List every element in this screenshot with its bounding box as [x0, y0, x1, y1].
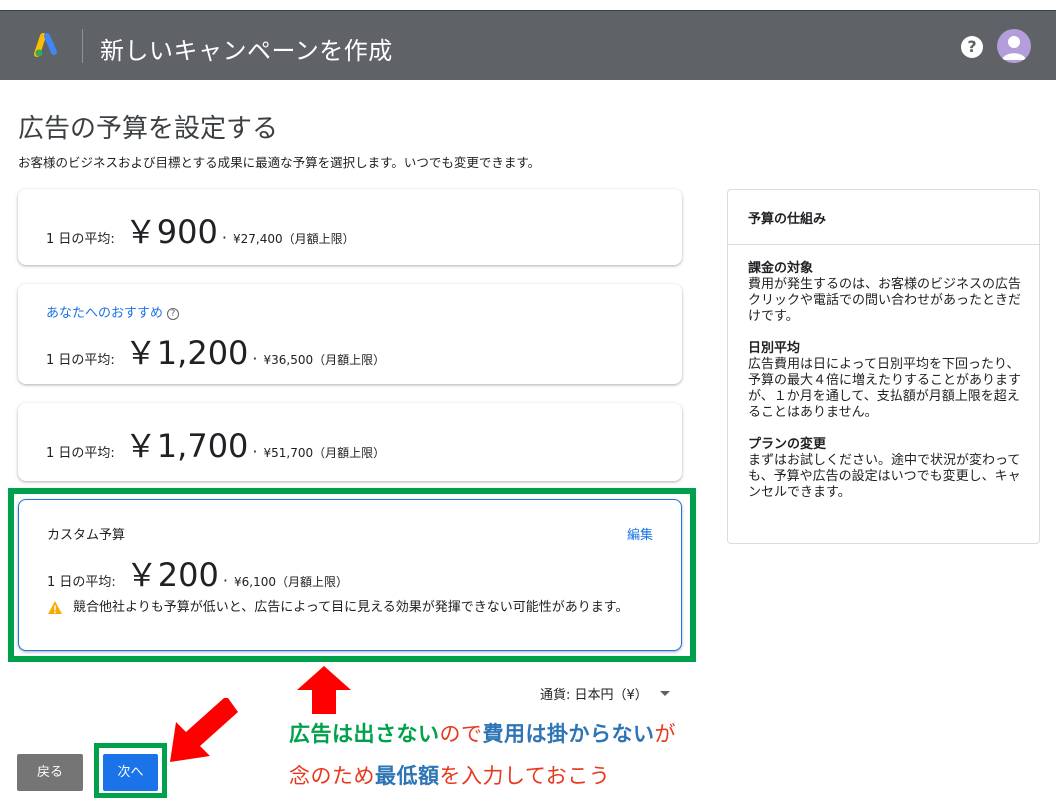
chevron-down-icon — [659, 691, 670, 696]
budget-option-1700[interactable]: 1 日の平均: ￥1,700 · ¥51,700（月額上限） — [18, 403, 682, 481]
budget-option-1200[interactable]: あなたへのおすすめ? 1 日の平均: ￥1,200 · ¥36,500（月額上限… — [18, 284, 682, 384]
separator-dot: · — [252, 349, 258, 368]
daily-average-label: 1 日の平均: — [46, 446, 115, 461]
currency-label: 通貨: 日本円（¥） — [540, 688, 648, 703]
panel-title: 予算の仕組み — [728, 190, 1039, 245]
annotation-fragment: 念のため — [289, 764, 375, 788]
back-button[interactable]: 戻る — [17, 754, 83, 791]
recommendation-label: あなたへのおすすめ? — [46, 302, 180, 321]
panel-section-plan-change: プランの変更 まずはお試しください。途中で状況が変わっても、予算や広告の設定はい… — [728, 437, 1039, 501]
budget-option-900[interactable]: 1 日の平均: ￥900 · ¥27,400（月額上限） — [18, 189, 682, 265]
user-avatar-icon — [1002, 36, 1026, 60]
app-header: 新しいキャンペーンを作成 ? — [0, 10, 1056, 80]
google-ads-logo-icon[interactable] — [34, 33, 60, 59]
separator-dot: · — [221, 228, 227, 247]
daily-amount: ￥1,200 — [124, 334, 249, 372]
section-body: 費用が発生するのは、お客様のビジネスの広告クリックや電話での問い合わせがあったと… — [748, 277, 1022, 324]
annotation-fragment: を入力しておこう — [439, 764, 611, 788]
section-heading: 日別平均 — [748, 341, 801, 356]
up-arrow-annotation-icon — [297, 666, 351, 714]
annotation-fragment: 最低額 — [375, 764, 440, 788]
annotation-fragment: 費用は掛からない — [482, 722, 655, 746]
section-heading: プランの変更 — [748, 437, 827, 452]
annotation-fragment: が — [654, 722, 676, 746]
daily-average-label: 1 日の平均: — [46, 232, 115, 247]
currency-select[interactable]: 通貨: 日本円（¥） — [540, 684, 670, 703]
daily-average-label: 1 日の平均: — [46, 353, 115, 368]
diagonal-arrow-annotation-icon — [170, 698, 238, 762]
separator-dot: · — [252, 442, 258, 461]
panel-section-daily-average: 日別平均 広告費用は日によって日別平均を下回ったり、予算の最大４倍に増えたりする… — [728, 341, 1039, 421]
daily-amount: ￥900 — [124, 213, 218, 251]
custom-budget-highlight — [8, 488, 696, 662]
next-button[interactable]: 次へ — [103, 754, 158, 791]
daily-amount: ￥1,700 — [124, 427, 249, 465]
section-body: 広告費用は日によって日別平均を下回ったり、予算の最大４倍に増えたりすることがあり… — [748, 357, 1022, 420]
annotation-line-2: 念のため最低額を入力しておこう — [289, 760, 610, 790]
annotation-line-1: 広告は出さないので費用は掛からないが — [289, 718, 676, 748]
panel-section-billing: 課金の対象 費用が発生するのは、お客様のビジネスの広告クリックや電話での問い合わ… — [728, 245, 1039, 325]
recommendation-text: あなたへのおすすめ — [46, 306, 164, 321]
page-description: お客様のビジネスおよび目標とする成果に最適な予算を選択します。いつでも変更できま… — [18, 155, 541, 170]
annotation-fragment: ので — [439, 722, 483, 746]
section-body: まずはお試しください。途中で状況が変わっても、予算や広告の設定はいつでも変更し、… — [748, 453, 1021, 500]
header-divider — [82, 29, 83, 63]
avatar[interactable] — [997, 29, 1031, 63]
recommendation-help-icon[interactable]: ? — [167, 307, 180, 320]
annotation-fragment: 広告は出さない — [289, 722, 440, 746]
monthly-limit: ¥36,500（月額上限） — [263, 353, 386, 367]
budget-info-panel: 予算の仕組み 課金の対象 費用が発生するのは、お客様のビジネスの広告クリックや電… — [727, 189, 1040, 544]
page-title: 広告の予算を設定する — [18, 114, 279, 144]
monthly-limit: ¥27,400（月額上限） — [232, 232, 355, 246]
help-icon[interactable]: ? — [961, 36, 983, 58]
section-heading: 課金の対象 — [748, 261, 814, 276]
monthly-limit: ¥51,700（月額上限） — [263, 446, 386, 460]
page-header-title: 新しいキャンペーンを作成 — [100, 37, 393, 65]
